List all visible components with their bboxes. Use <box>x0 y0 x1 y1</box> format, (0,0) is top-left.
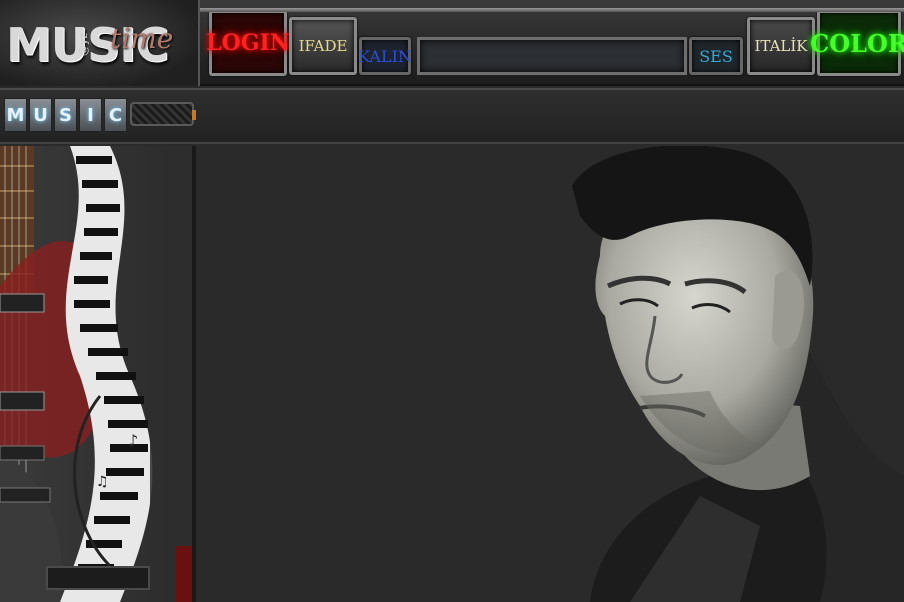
side-slot <box>46 566 150 590</box>
color-button[interactable]: COLOR <box>810 10 904 76</box>
top-toolbar: MUSIC @yz time LOGIN IFADE KALIN SES ITA… <box>0 0 904 86</box>
music-letter: M <box>4 98 27 132</box>
svg-text:♪: ♪ <box>128 431 138 450</box>
logo-at-text: @yz <box>77 32 91 57</box>
hero-image <box>200 146 904 602</box>
secondary-bar: M U S I C <box>0 88 904 144</box>
music-letter: I <box>79 98 102 132</box>
ifade-button[interactable]: IFADE <box>289 17 357 75</box>
mini-slot-button[interactable] <box>130 102 196 126</box>
guitar-decor-panel: ♪ ♫ <box>0 146 196 602</box>
guitar-piano-illustration-icon: ♪ ♫ <box>0 146 192 602</box>
logo-script-text: time <box>110 22 174 55</box>
music-letter: S <box>54 98 77 132</box>
login-button[interactable]: LOGIN <box>206 10 290 76</box>
chat-room-page: MUSIC @yz time LOGIN IFADE KALIN SES ITA… <box>0 0 904 602</box>
music-letter: C <box>104 98 127 132</box>
sound-button[interactable]: SES <box>689 37 743 75</box>
bold-button[interactable]: KALIN <box>358 37 412 75</box>
italic-button[interactable]: ITALİK <box>747 17 815 75</box>
svg-text:♫: ♫ <box>96 474 109 490</box>
music-letter: U <box>29 98 52 132</box>
portrait-photo-icon <box>200 146 904 602</box>
message-input[interactable] <box>417 37 687 75</box>
music-tab-button[interactable]: M U S I C <box>4 98 127 132</box>
music-time-logo: MUSIC @yz time <box>0 0 200 86</box>
